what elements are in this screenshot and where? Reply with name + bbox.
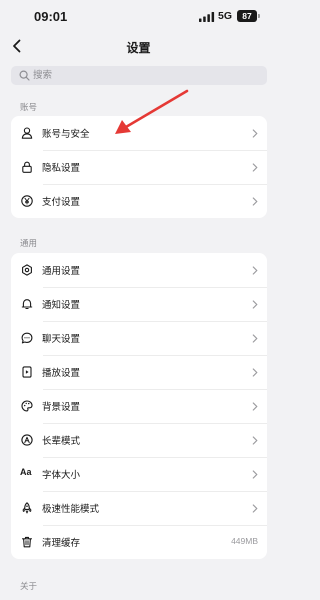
settings-row-elder-mode[interactable]: 长辈模式 [11,423,267,457]
settings-row-payment[interactable]: 支付设置 [11,184,267,218]
settings-row-chat[interactable]: 聊天设置 [11,321,267,355]
bell-icon [21,298,33,310]
settings-row-clear-cache[interactable]: 清理缓存 449MB [11,525,267,559]
settings-row-playback[interactable]: 播放设置 [11,355,267,389]
status-bar: 09:01 5G 87 [0,0,277,32]
row-label: 账号与安全 [42,129,90,140]
chevron-right-icon [252,470,258,479]
chevron-right-icon [252,197,258,206]
page-title: 设置 [126,41,151,55]
account-card: 账号与安全 隐私设置 支付设置 [11,116,267,218]
chevron-right-icon [252,300,258,309]
settings-row-notifications[interactable]: 通知设置 [11,287,267,321]
font-size-icon: Aa [20,467,32,477]
section-header-about: 关于 [20,582,38,592]
chevron-right-icon [252,266,258,275]
row-label: 播放设置 [42,368,81,379]
play-icon [21,366,33,378]
chevron-right-icon [252,436,258,445]
row-label: 长辈模式 [42,436,81,447]
network-type: 5G [218,10,233,22]
section-header-general: 通用 [20,239,38,249]
nav-bar: 设置 [0,32,277,60]
cache-size-value: 449MB [231,536,258,546]
row-label: 极速性能模式 [42,504,100,515]
row-label: 通知设置 [42,300,81,311]
palette-icon [21,400,33,412]
lock-icon [21,161,33,173]
general-card: 通用设置 通知设置 聊天设置 播放设置 背景设置 长辈模式 Aa 字体大小 极速… [11,253,267,559]
elder-mode-icon [21,434,33,446]
settings-row-general[interactable]: 通用设置 [11,253,267,287]
row-label: 背景设置 [42,402,81,413]
yen-icon [21,195,33,207]
chevron-right-icon [252,402,258,411]
settings-row-font-size[interactable]: Aa 字体大小 [11,457,267,491]
person-icon [21,127,33,139]
rocket-icon [21,502,33,514]
chevron-right-icon [252,334,258,343]
row-label: 隐私设置 [42,163,81,174]
battery-tip [258,14,260,18]
row-label: 聊天设置 [42,334,81,345]
search-icon [19,70,30,81]
row-label: 清理缓存 [42,538,81,549]
search-bar[interactable] [11,66,267,85]
section-header-account: 账号 [20,103,38,113]
chevron-right-icon [252,504,258,513]
signal-icon [199,12,215,22]
chevron-right-icon [252,368,258,377]
row-label: 支付设置 [42,197,81,208]
row-label: 字体大小 [42,470,81,481]
trash-icon [21,536,33,548]
row-label: 通用设置 [42,266,81,277]
settings-row-account-security[interactable]: 账号与安全 [11,116,267,150]
gear-icon [21,264,33,276]
search-input[interactable] [33,66,253,85]
chat-bubble-icon [21,332,33,344]
battery-icon: 87 [237,10,257,22]
settings-row-background[interactable]: 背景设置 [11,389,267,423]
chevron-right-icon [252,163,258,172]
settings-row-performance-mode[interactable]: 极速性能模式 [11,491,267,525]
settings-row-privacy[interactable]: 隐私设置 [11,150,267,184]
status-time: 09:01 [34,9,68,24]
chevron-right-icon [252,129,258,138]
battery-level: 87 [242,11,252,21]
